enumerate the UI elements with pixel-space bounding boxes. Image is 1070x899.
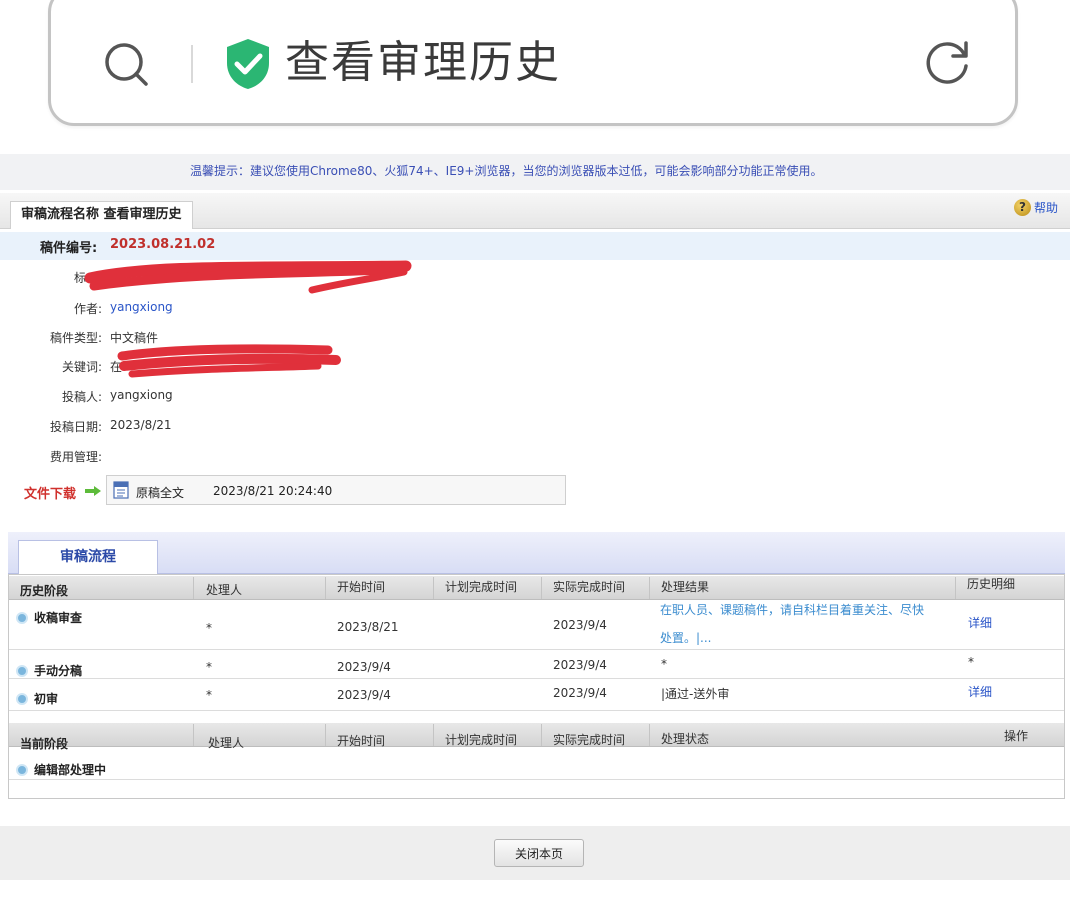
history-result-3: |通过-送外审 [661,687,730,701]
submitter-value: yangxiong [110,388,173,402]
author-value[interactable]: yangxiong [110,300,173,314]
bullet-icon [16,664,28,677]
arrow-right-icon [85,486,101,496]
current-header-actual: 实际完成时间 [553,733,626,747]
history-handler-2: * [206,660,212,674]
browser-address-bar[interactable]: 查看审理历史 [48,0,1018,126]
history-detail-link-3[interactable]: 详细 [968,683,992,700]
history-detail-2: * [968,655,974,669]
history-actual-2: 2023/9/4 [553,658,607,672]
history-start-1: 2023/8/21 [337,620,399,634]
submitter-label: 投稿人: [62,390,103,404]
author-label: 作者: [74,302,103,316]
header-separator [433,577,434,599]
fee-label: 费用管理: [50,450,103,464]
workflow-tab-bar [8,532,1065,574]
browser-notice: 温馨提示：建议您使用Chrome80、火狐74+、IE9+浏览器，当您的浏览器版… [190,164,823,178]
help-label: 帮助 [1034,201,1059,215]
tab-workflow[interactable]: 审稿流程 [18,540,158,574]
header-separator [193,724,194,746]
download-label: 文件下载 [24,487,77,502]
redaction-scribble-keywords [117,344,341,378]
title-label: 标 [74,271,87,285]
history-header-actual: 实际完成时间 [553,580,626,594]
close-page-button[interactable]: 关闭本页 [494,839,584,867]
row-divider [9,710,1064,711]
history-header-start: 开始时间 [337,580,386,594]
document-icon[interactable] [113,481,130,499]
page-title: 审稿流程名称 查看审理历史 [10,201,193,229]
row-divider [9,779,1064,780]
history-header-handler: 处理人 [206,583,243,597]
current-header-handler: 处理人 [208,736,245,750]
header-separator [433,724,434,746]
history-start-2: 2023/9/4 [337,660,391,674]
header-separator [193,577,194,599]
bullet-icon [16,611,28,624]
type-label: 稿件类型: [50,331,103,345]
history-start-3: 2023/9/4 [337,688,391,702]
current-header-stage: 当前阶段 [20,737,69,751]
history-stage-2: 手动分稿 [16,662,82,679]
header-separator [541,577,542,599]
redaction-scribble-title [84,260,412,294]
header-separator [649,724,650,746]
help-link[interactable]: ? 帮助 [1014,199,1058,216]
history-header-stage: 历史阶段 [20,584,69,598]
history-handler-1: * [206,621,212,635]
header-separator [325,577,326,599]
history-stage-2-label: 手动分稿 [34,664,83,678]
current-header-start: 开始时间 [337,734,386,748]
history-detail-link-1[interactable]: 详细 [968,614,992,631]
search-icon[interactable] [103,41,149,87]
history-header-planned: 计划完成时间 [445,580,518,594]
current-header-planned: 计划完成时间 [445,733,518,747]
submit-date-value: 2023/8/21 [110,418,172,432]
submit-date-label: 投稿日期: [50,420,103,434]
bullet-icon [16,763,28,776]
manuscript-number-label: 稿件编号: [40,241,98,256]
history-header-detail: 历史明细 [967,577,1016,591]
address-bar-divider [191,45,193,83]
history-result-1[interactable]: 在职人员、课题稿件，请自科栏目着重关注、尽快 处置。|... [660,596,960,652]
bullet-icon [16,692,28,705]
download-file-link[interactable]: 原稿全文 [136,484,184,501]
shield-check-icon [227,39,269,89]
browser-page-title: 查看审理历史 [285,37,561,88]
history-header-result: 处理结果 [661,580,710,594]
current-stage-1-label: 编辑部处理中 [34,763,107,777]
keywords-label: 关键词: [62,360,103,374]
header-separator [541,724,542,746]
row-divider [9,678,1064,679]
history-handler-3: * [206,688,212,702]
history-result-1-line2: 处置。|... [660,631,712,645]
download-file-date: 2023/8/21 20:24:40 [213,484,333,498]
history-stage-3-label: 初审 [34,692,59,706]
current-header [9,723,1064,747]
history-stage-1-label: 收稿审查 [34,611,83,625]
current-header-action: 操作 [1004,729,1029,743]
current-header-status: 处理状态 [661,732,710,746]
history-stage-3: 初审 [16,690,58,707]
history-stage-1: 收稿审查 [16,609,82,626]
row-divider [9,649,1064,650]
reload-icon[interactable] [923,37,973,87]
history-actual-1: 2023/9/4 [553,618,607,632]
history-result-1-line1: 在职人员、课题稿件，请自科栏目着重关注、尽快 [660,603,925,617]
header-separator [649,577,650,599]
history-actual-3: 2023/9/4 [553,686,607,700]
manuscript-number: 2023.08.21.02 [110,237,216,252]
current-stage-1: 编辑部处理中 [16,761,106,778]
history-result-2: * [661,657,667,671]
help-icon: ? [1014,199,1031,216]
header-separator [325,724,326,746]
